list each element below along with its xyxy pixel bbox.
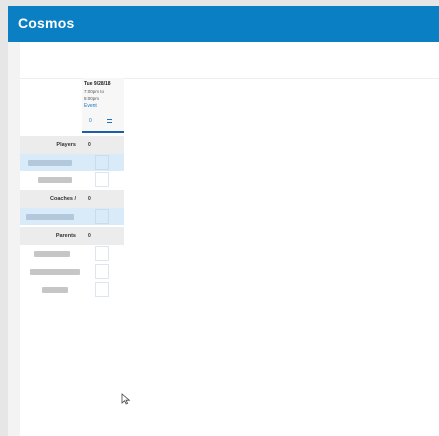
section-count: 0 <box>88 233 91 239</box>
member-name-redacted <box>34 251 70 257</box>
event-time-end: 8:00pm <box>84 96 100 101</box>
member-row <box>20 208 124 225</box>
list-icon[interactable] <box>107 119 112 123</box>
attendance-cell[interactable] <box>95 155 109 170</box>
attendance-cell[interactable] <box>95 209 109 224</box>
section-label: Players <box>56 142 76 148</box>
member-row <box>20 154 124 171</box>
section-count: 0 <box>88 142 91 148</box>
section-row-players: Players 0 <box>20 136 124 154</box>
sub-toolbar <box>20 58 439 79</box>
member-row <box>20 263 124 280</box>
member-row <box>20 281 124 298</box>
member-row <box>20 171 124 188</box>
top-bar: Cosmos <box>8 6 439 42</box>
attendance-cell[interactable] <box>95 264 109 279</box>
member-row <box>20 245 124 262</box>
panel-left-gutter <box>8 42 20 436</box>
event-date: Tue 9/28/18 <box>84 81 111 87</box>
section-row-coaches: Coaches / 0 <box>20 190 124 208</box>
attendance-cell[interactable] <box>95 246 109 261</box>
event-column-header[interactable]: Tue 9/28/18 7:00pm to 8:00pm Event 0 <box>82 78 124 132</box>
member-name-redacted <box>26 214 74 220</box>
app-title: Cosmos <box>18 15 75 31</box>
section-row-parents: Parents 0 <box>20 227 124 245</box>
event-time-start: 7:00pm to <box>84 89 105 94</box>
attendance-cell[interactable] <box>95 172 109 187</box>
member-name-redacted <box>28 160 72 166</box>
event-selected-indicator <box>82 131 124 133</box>
section-label: Coaches / <box>50 196 76 202</box>
event-type-link[interactable]: Event <box>84 103 97 109</box>
event-count: 0 <box>89 118 92 124</box>
section-count: 0 <box>88 196 91 202</box>
member-name-redacted <box>42 287 68 293</box>
member-name-redacted <box>38 177 72 183</box>
mouse-cursor-icon <box>121 393 131 405</box>
attendance-cell[interactable] <box>95 282 109 297</box>
member-name-redacted <box>30 269 80 275</box>
section-label: Parents <box>55 233 76 239</box>
